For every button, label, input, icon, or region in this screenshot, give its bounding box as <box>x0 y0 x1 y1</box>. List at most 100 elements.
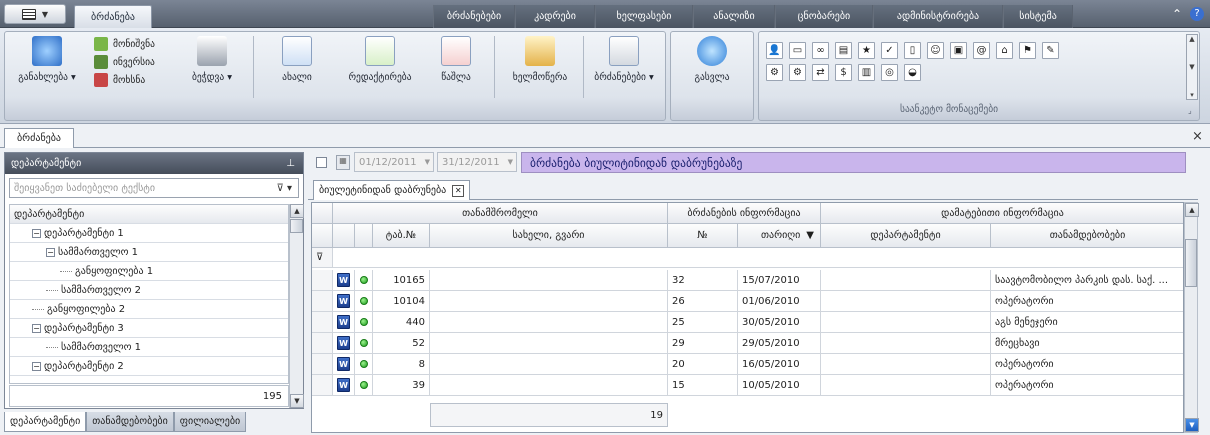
cell-dept[interactable] <box>821 354 991 375</box>
cell-position[interactable]: ოპერატორი <box>991 291 1183 312</box>
tab-analysis[interactable]: ანალიზი <box>693 5 775 28</box>
scroll-down-icon[interactable]: ▼ <box>1185 418 1199 432</box>
scroll-up-icon[interactable]: ▲ <box>290 204 304 218</box>
flag-icon[interactable]: ⚑ <box>1019 42 1036 59</box>
word-export-button[interactable]: W <box>333 291 355 312</box>
cell-dept[interactable] <box>821 312 991 333</box>
tree-item[interactable]: − დეპარტამენტი 3 <box>10 319 288 338</box>
filter-row[interactable] <box>333 248 1183 268</box>
tab-order[interactable]: ბრძანება <box>74 5 152 29</box>
certificate-icon[interactable]: ✓ <box>881 42 898 59</box>
cell-num[interactable]: 15 <box>668 375 738 396</box>
orders-button[interactable]: ბრძანებები ▾ <box>586 36 662 83</box>
column-tab-number[interactable]: ტაბ.№ <box>373 224 430 248</box>
tree-scrollbar[interactable]: ▲ ▼ <box>289 204 304 408</box>
cell-tab[interactable]: 10165 <box>373 270 430 291</box>
help-circle-icon[interactable]: ? <box>1190 7 1204 21</box>
page-icon[interactable]: ▯ <box>904 42 921 59</box>
award-icon[interactable]: ★ <box>858 42 875 59</box>
column-department[interactable]: დეპარტამენტი <box>821 224 991 248</box>
gallery-scroll[interactable]: ▲ ▼ ▾ <box>1186 34 1198 100</box>
tree-item[interactable]: − სამმართველო 1 <box>10 243 288 262</box>
people-icon[interactable]: ☺ <box>927 42 944 59</box>
cell-position[interactable]: აგს მენეჯერი <box>991 312 1183 333</box>
cell-num[interactable]: 20 <box>668 354 738 375</box>
cell-tab[interactable]: 8 <box>373 354 430 375</box>
row-indicator[interactable] <box>312 333 333 354</box>
cell-date[interactable]: 30/05/2010 <box>738 312 821 333</box>
cell-name[interactable] <box>430 270 668 291</box>
exit-button[interactable]: გასვლა <box>676 36 748 83</box>
link-icon[interactable]: ∞ <box>812 42 829 59</box>
sign-button[interactable]: ხელმოწერა <box>500 36 580 83</box>
cell-name[interactable] <box>430 333 668 354</box>
cell-num[interactable]: 29 <box>668 333 738 354</box>
close-icon[interactable]: × <box>1192 129 1203 144</box>
cell-num[interactable]: 25 <box>668 312 738 333</box>
id-card-icon[interactable]: ▭ <box>789 42 806 59</box>
tab-system[interactable]: სისტემა <box>1003 5 1073 28</box>
scroll-down-icon[interactable]: ▼ <box>290 394 304 408</box>
tree-item[interactable]: სამმართველო 1 <box>10 338 288 357</box>
grid-scrollbar[interactable]: ▲ ▼ <box>1184 202 1199 433</box>
email-icon[interactable]: @ <box>973 42 990 59</box>
person-icon[interactable]: 👤 <box>766 42 783 59</box>
row-indicator[interactable] <box>312 375 333 396</box>
cell-name[interactable] <box>430 354 668 375</box>
tree-item[interactable]: განყოფილება 1 <box>10 262 288 281</box>
tab-salaries[interactable]: ხელფასები <box>595 5 693 28</box>
calendar-icon[interactable]: ▦ <box>336 155 350 170</box>
collapse-icon[interactable]: − <box>32 228 41 238</box>
collapse-icon[interactable]: − <box>32 361 41 371</box>
tab-departments[interactable]: დეპარტამენტი <box>4 412 87 432</box>
new-button[interactable]: ახალი <box>265 36 329 83</box>
settings-icon[interactable]: ⚙ <box>766 64 783 81</box>
double-chevron-up-icon[interactable]: ⌃ <box>1172 7 1182 21</box>
column-order-number[interactable]: № <box>668 224 738 248</box>
collapse-icon[interactable]: − <box>46 247 55 257</box>
word-export-button[interactable]: W <box>333 270 355 291</box>
cell-dept[interactable] <box>821 270 991 291</box>
subtab-return[interactable]: ბიულეტინიდან დაბრუნება ✕ <box>313 180 471 200</box>
tree-item[interactable]: − დეპარტამენტი 2 <box>10 357 288 376</box>
tools-icon[interactable]: ✎ <box>1042 42 1059 59</box>
close-tab-icon[interactable]: ✕ <box>452 184 465 197</box>
doc-tab-order[interactable]: ბრძანება <box>4 128 74 148</box>
row-indicator[interactable] <box>312 354 333 375</box>
cell-position[interactable]: ოპერატორი <box>991 354 1183 375</box>
contact-icon[interactable]: ▣ <box>950 42 967 59</box>
mark-button[interactable]: მონიშვნა <box>94 35 155 53</box>
tree-item[interactable]: განყოფილება 2 <box>10 300 288 319</box>
money-icon[interactable]: $ <box>835 64 852 81</box>
cell-num[interactable]: 32 <box>668 270 738 291</box>
cell-name[interactable] <box>430 291 668 312</box>
dialog-launcher-icon[interactable]: ⌟ <box>1188 106 1192 115</box>
app-menu-button[interactable]: ▼ <box>4 4 66 24</box>
unmark-button[interactable]: მოხსნა <box>94 71 155 89</box>
word-export-button[interactable]: W <box>333 333 355 354</box>
tab-positions[interactable]: თანამდებობები <box>86 412 174 432</box>
cell-dept[interactable] <box>821 333 991 354</box>
cell-num[interactable]: 26 <box>668 291 738 312</box>
search-input[interactable]: შეიყვანეთ საძიებელი ტექსტი ⊽ ▾ <box>9 178 299 198</box>
delete-button[interactable]: წაშლა <box>428 36 484 83</box>
tab-administration[interactable]: ადმინისტრირება <box>873 5 1003 28</box>
column-date[interactable]: თარიღი ▼ <box>738 224 821 248</box>
word-export-button[interactable]: W <box>333 312 355 333</box>
scroll-thumb[interactable] <box>290 219 303 233</box>
cell-dept[interactable] <box>821 291 991 312</box>
cell-date[interactable]: 10/05/2010 <box>738 375 821 396</box>
cell-tab[interactable]: 10104 <box>373 291 430 312</box>
pin-icon[interactable]: ⊥ <box>286 158 295 169</box>
cell-date[interactable]: 16/05/2010 <box>738 354 821 375</box>
tree-item[interactable]: − დეპარტამენტი 1 <box>10 224 288 243</box>
tab-personnel[interactable]: კადრები <box>515 5 595 28</box>
chart-icon[interactable]: ▥ <box>858 64 875 81</box>
column-position[interactable]: თანამდებობები <box>991 224 1183 248</box>
invert-button[interactable]: ინვერსია <box>94 53 155 71</box>
filter-icon[interactable]: ⊽ ▾ <box>276 183 292 194</box>
column-name[interactable]: სახელი, გვარი <box>430 224 668 248</box>
tab-orders[interactable]: ბრძანებები <box>433 5 515 28</box>
date-from-input[interactable]: 01/12/2011 ▼ <box>354 152 434 172</box>
scroll-thumb[interactable] <box>1185 239 1197 287</box>
